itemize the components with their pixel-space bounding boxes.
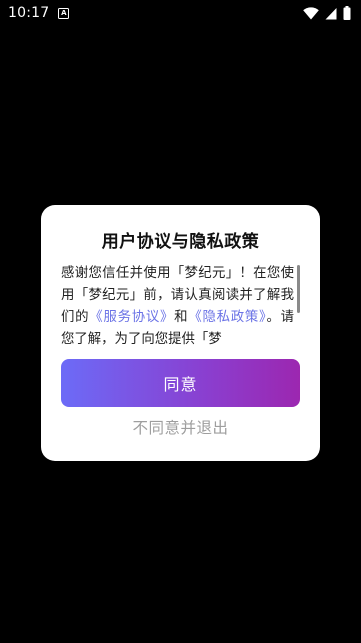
status-icons: [303, 6, 351, 20]
status-time: 10:17: [8, 5, 50, 21]
dialog-body-text[interactable]: 感谢您信任并使用「梦纪元」！在您使用「梦纪元」前，请认真阅读并了解我们的《服务协…: [61, 263, 294, 352]
body-text-conjunction: 和: [174, 310, 189, 325]
dialog-title: 用户协议与隐私政策: [101, 232, 260, 252]
privacy-policy-link[interactable]: 《隐私政策》: [188, 310, 266, 325]
signal-icon: [325, 7, 337, 19]
decline-exit-button[interactable]: 不同意并退出: [61, 414, 300, 440]
app-screen: 10:17 A 用户协议与隐私政策 感谢您信任并使用「梦纪元」！在您使用「梦纪元…: [0, 0, 361, 643]
notification-glyph: A: [61, 8, 67, 17]
agree-button[interactable]: 同意: [61, 359, 300, 407]
notification-icon: A: [58, 7, 70, 19]
body-scrollbar[interactable]: [297, 265, 300, 313]
battery-icon: [343, 6, 351, 20]
privacy-dialog: 用户协议与隐私政策 感谢您信任并使用「梦纪元」！在您使用「梦纪元」前，请认真阅读…: [41, 205, 320, 461]
service-agreement-link[interactable]: 《服务协议》: [89, 310, 174, 325]
wifi-icon: [303, 6, 319, 19]
status-bar: 10:17 A: [0, 0, 361, 26]
